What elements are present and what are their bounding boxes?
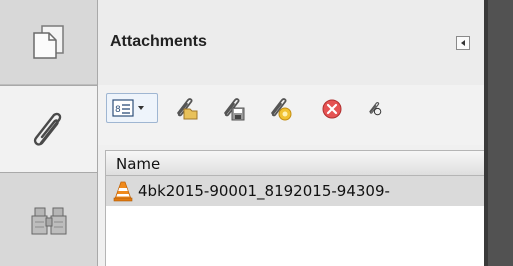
panel-title: Attachments (110, 33, 207, 50)
attachment-filename: 4bk2015-90001_8192015-94309- (138, 182, 390, 200)
triangle-left-icon (461, 40, 465, 46)
document-pane-edge (484, 0, 513, 266)
navigation-rail (0, 0, 97, 266)
paperclip-save-icon (224, 98, 245, 121)
pages-button[interactable] (0, 0, 97, 85)
save-attachment-button[interactable] (219, 95, 247, 123)
collapse-panel-button[interactable] (456, 36, 470, 50)
svg-text:8: 8 (115, 105, 121, 115)
list-options-icon: 8 (112, 99, 144, 117)
attachments-button[interactable] (0, 85, 97, 173)
options-button[interactable]: 8 (106, 93, 158, 123)
vlc-cone-icon (113, 181, 133, 202)
pages-icon (32, 25, 64, 59)
pane-divider[interactable] (484, 0, 488, 266)
binoculars-icon (31, 207, 66, 234)
open-attachment-button[interactable] (172, 95, 200, 123)
paperclip-icon (33, 112, 61, 146)
column-header-name[interactable]: Name (106, 151, 484, 176)
search-attachments-button[interactable] (366, 95, 384, 123)
attachments-toolbar: 8 (98, 85, 484, 145)
paperclip-folder-icon (177, 98, 198, 120)
delete-x-icon (322, 99, 342, 119)
add-attachment-button[interactable] (266, 95, 294, 123)
paperclip-search-icon (369, 102, 382, 116)
delete-attachment-button[interactable] (318, 95, 346, 123)
attachments-list: Name 4bk2015-90001_8192015-94309- (105, 150, 484, 266)
attachments-panel: Attachments 8 Name 4bk2015-90001_8192015… (98, 0, 484, 266)
paperclip-add-icon (271, 98, 292, 121)
list-item[interactable]: 4bk2015-90001_8192015-94309- (106, 176, 484, 206)
search-button[interactable] (0, 173, 97, 266)
column-header-label: Name (116, 155, 161, 173)
panel-header: Attachments (98, 0, 484, 85)
